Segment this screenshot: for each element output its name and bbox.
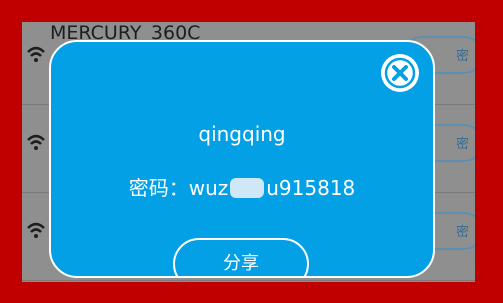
close-icon <box>384 57 416 89</box>
wifi-name: qingqing <box>198 122 286 146</box>
password-redaction <box>230 178 265 198</box>
wifi-signal-icon <box>27 46 45 62</box>
password-label: 密码： <box>128 176 189 200</box>
wifi-signal-icon <box>27 222 45 238</box>
close-button[interactable] <box>381 54 419 92</box>
share-button[interactable]: 分享 <box>173 238 309 276</box>
password-prefix: wuz <box>188 176 229 200</box>
password-suffix: u915818 <box>266 176 356 200</box>
wifi-signal-icon <box>27 134 45 150</box>
password-dialog: qingqing 密码：wuz u915818 分享 <box>49 40 435 278</box>
password-line: 密码：wuz u915818 <box>51 172 433 201</box>
